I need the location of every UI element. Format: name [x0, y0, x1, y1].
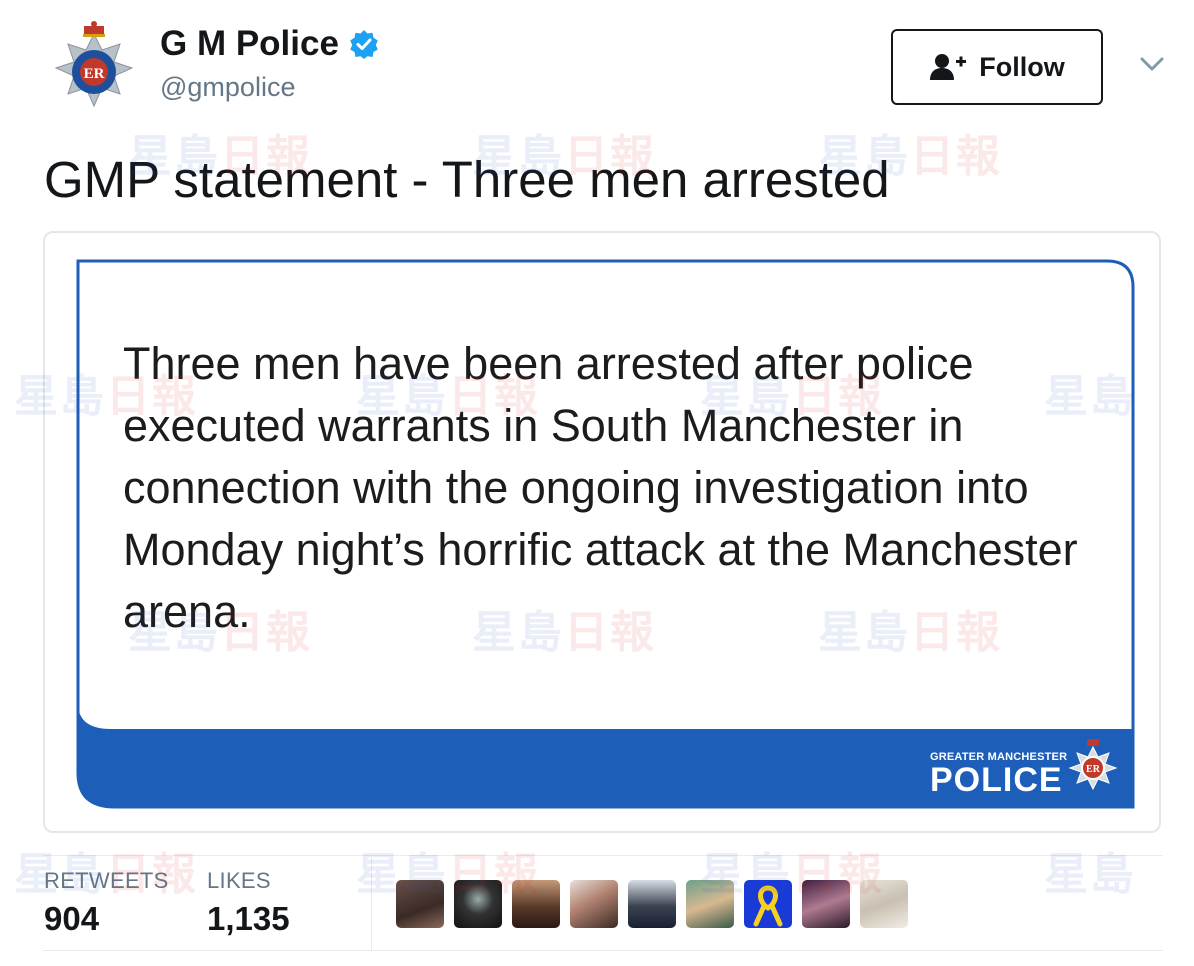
verified-badge-icon	[350, 30, 378, 59]
account-handle[interactable]: @gmpolice	[160, 72, 295, 103]
liker-avatar[interactable]	[396, 880, 444, 928]
watermark: 星島	[1044, 849, 1136, 900]
stats-divider-top	[43, 855, 1163, 856]
liker-avatars	[396, 880, 908, 928]
retweets-label: RETWEETS	[44, 868, 169, 893]
stats-divider-bottom	[43, 950, 1163, 951]
profile-avatar[interactable]: ER	[50, 20, 138, 116]
police-crest-icon: ER	[1068, 739, 1118, 791]
stats-separator	[371, 858, 372, 950]
statement-text: Three men have been arrested after polic…	[123, 338, 1078, 637]
display-name[interactable]: G M Police	[160, 24, 339, 64]
liker-avatar[interactable]	[744, 880, 792, 928]
likes-count: 1,135	[207, 900, 290, 937]
ribbon-icon	[753, 885, 783, 927]
follow-label: Follow	[979, 51, 1065, 82]
likes-stat[interactable]: LIKES 1,135	[207, 868, 290, 938]
retweets-count: 904	[44, 900, 100, 937]
gmp-logo-text: GREATER MANCHESTER POLICE	[930, 751, 1067, 797]
likes-label: LIKES	[207, 868, 271, 893]
liker-avatar[interactable]	[802, 880, 850, 928]
svg-text:ER: ER	[84, 66, 105, 82]
brand-big: POLICE	[930, 761, 1063, 799]
display-name-row[interactable]: G M Police	[160, 24, 379, 64]
liker-avatar[interactable]	[628, 880, 676, 928]
liker-avatar[interactable]	[454, 880, 502, 928]
tweet-media[interactable]: Three men have been arrested after polic…	[43, 231, 1161, 833]
liker-avatar[interactable]	[686, 880, 734, 928]
liker-avatar[interactable]	[570, 880, 618, 928]
follow-button[interactable]: Follow	[891, 29, 1103, 105]
police-badge-icon: ER	[54, 21, 134, 108]
tweet-text: GMP statement - Three men arrested	[44, 151, 890, 208]
retweets-stat[interactable]: RETWEETS 904	[44, 868, 169, 938]
liker-avatar[interactable]	[860, 880, 908, 928]
chevron-down-icon[interactable]	[1136, 52, 1168, 76]
liker-avatar[interactable]	[512, 880, 560, 928]
add-user-icon	[930, 54, 967, 80]
badge-text: ER	[1086, 764, 1101, 775]
